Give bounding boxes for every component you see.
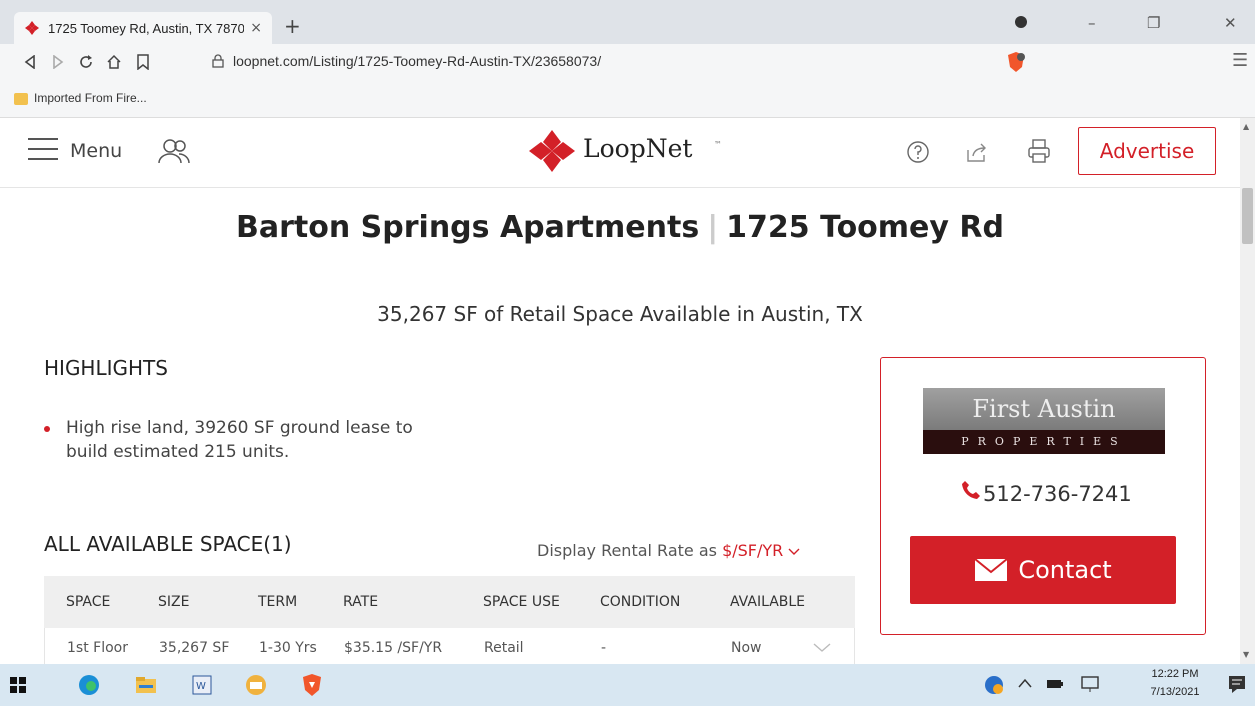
minimize-button[interactable]: –	[1088, 14, 1096, 32]
chevron-up-icon[interactable]	[1018, 677, 1032, 689]
scroll-down-arrow-icon[interactable]: ▼	[1243, 650, 1249, 659]
battery-icon[interactable]	[1046, 677, 1064, 691]
table-header: SPACE SIZE TERM RATE SPACE USE CONDITION…	[44, 576, 855, 628]
property-name: Barton Springs Apartments	[236, 210, 700, 245]
highlights-heading: HIGHLIGHTS	[44, 356, 168, 380]
property-address: 1725 Toomey Rd	[726, 210, 1004, 245]
browser-menu-icon[interactable]: ☰	[1232, 50, 1248, 71]
rate-unit-dropdown[interactable]: $/SF/YR	[722, 541, 783, 560]
broker-logo-tagline: PROPERTIES	[923, 430, 1165, 454]
envelope-icon	[974, 558, 1008, 581]
lock-icon	[212, 54, 224, 68]
notifications-icon[interactable]	[1228, 675, 1246, 693]
address-bar[interactable]: loopnet.com/Listing/1725-Toomey-Rd-Austi…	[233, 53, 601, 69]
column-header-condition: CONDITION	[600, 594, 681, 610]
column-header-space: SPACE	[66, 594, 111, 610]
loopnet-logo-text[interactable]: LoopNet	[583, 134, 692, 163]
taskbar-clock-date[interactable]: 7/13/2021	[1143, 686, 1207, 698]
help-tray-icon[interactable]	[982, 673, 1006, 697]
windows-start-icon[interactable]	[10, 677, 26, 693]
cell-term: 1-30 Yrs	[259, 640, 317, 656]
trademark-mark: ™	[714, 140, 722, 149]
rental-rate-toggle[interactable]: Display Rental Rate as $/SF/YR	[537, 541, 800, 560]
taskbar-clock-time[interactable]: 12:22 PM	[1143, 668, 1207, 680]
loopnet-logo-icon[interactable]	[527, 128, 577, 174]
column-header-space-use: SPACE USE	[483, 594, 560, 610]
column-header-term: TERM	[258, 594, 298, 610]
close-window-button[interactable]: ✕	[1224, 14, 1237, 32]
table-row[interactable]: 1st Floor 35,267 SF 1-30 Yrs $35.15 /SF/…	[44, 628, 855, 668]
cell-rate: $35.15 /SF/YR	[344, 640, 443, 656]
back-icon[interactable]	[24, 55, 36, 69]
word-icon[interactable]: W	[190, 673, 214, 697]
page-subtitle: 35,267 SF of Retail Space Available in A…	[377, 302, 863, 326]
cell-space-use: Retail	[484, 640, 524, 656]
title-separator: |	[707, 210, 719, 245]
rate-toggle-prefix: Display Rental Rate as	[537, 541, 717, 560]
column-header-available: AVAILABLE	[730, 594, 806, 610]
column-header-rate: RATE	[343, 594, 379, 610]
brave-shields-icon[interactable]	[1005, 51, 1027, 73]
forward-icon[interactable]	[52, 55, 64, 69]
hamburger-menu-icon[interactable]	[28, 138, 58, 160]
chevron-down-icon[interactable]	[788, 548, 800, 556]
network-icon[interactable]	[1080, 675, 1100, 693]
people-icon[interactable]	[157, 138, 191, 164]
advertise-button[interactable]: Advertise	[1078, 127, 1216, 175]
outlook-icon[interactable]	[244, 673, 268, 697]
site-header: Menu LoopNet ™ Advertise	[0, 118, 1240, 188]
menu-label[interactable]: Menu	[70, 140, 122, 162]
share-icon[interactable]	[965, 140, 989, 164]
contact-panel: First Austin PROPERTIES 512-736-7241 Con…	[880, 357, 1206, 635]
windows-taskbar: W 12:22 PM 7/13/2021	[0, 664, 1255, 706]
file-explorer-icon[interactable]	[134, 673, 158, 697]
print-icon[interactable]	[1027, 138, 1051, 164]
browser-tab[interactable]: 1725 Toomey Rd, Austin, TX 7870 ×	[14, 12, 272, 44]
svg-text:W: W	[196, 681, 206, 692]
bookmark-icon[interactable]	[136, 54, 150, 70]
reload-icon[interactable]	[78, 54, 94, 70]
tab-close-icon[interactable]: ×	[250, 20, 262, 36]
cell-available: Now	[731, 640, 762, 656]
available-space-heading: ALL AVAILABLE SPACE(1)	[44, 532, 292, 556]
cell-condition: -	[601, 640, 607, 656]
broker-phone-number[interactable]: 512-736-7241	[983, 482, 1132, 506]
cell-space: 1st Floor	[67, 640, 128, 656]
cell-size: 35,267 SF	[159, 640, 230, 656]
page-title: Barton Springs Apartments | 1725 Toomey Rd	[170, 208, 1070, 248]
column-header-size: SIZE	[158, 594, 190, 610]
home-icon[interactable]	[106, 54, 122, 70]
broker-logo[interactable]: First Austin PROPERTIES	[923, 388, 1165, 454]
brave-shield-status-icon[interactable]	[1014, 15, 1028, 29]
bookmarks-bar: Imported From Fire...	[0, 80, 1255, 118]
scroll-up-arrow-icon[interactable]: ▲	[1243, 122, 1249, 131]
help-icon[interactable]	[906, 140, 930, 164]
highlight-item: High rise land, 39260 SF ground lease to…	[66, 418, 413, 462]
contact-button[interactable]: Contact	[910, 536, 1176, 604]
new-tab-button[interactable]: +	[284, 14, 301, 38]
folder-icon	[14, 93, 28, 105]
tab-title: 1725 Toomey Rd, Austin, TX 7870	[48, 20, 245, 36]
edge-icon[interactable]	[77, 673, 101, 697]
page-scrollbar[interactable]: ▲ ▼	[1240, 118, 1255, 664]
row-expand-chevron-icon[interactable]	[813, 643, 831, 653]
bullet-icon	[44, 426, 50, 432]
loopnet-favicon-icon	[25, 21, 39, 35]
available-space-table: SPACE SIZE TERM RATE SPACE USE CONDITION…	[44, 576, 855, 668]
browser-tab-bar: 1725 Toomey Rd, Austin, TX 7870 × + – ❐ …	[0, 0, 1255, 44]
bookmark-folder-imported[interactable]: Imported From Fire...	[34, 91, 147, 105]
maximize-button[interactable]: ❐	[1147, 14, 1160, 32]
browser-toolbar: loopnet.com/Listing/1725-Toomey-Rd-Austi…	[0, 44, 1255, 80]
broker-logo-name: First Austin	[923, 388, 1165, 430]
brave-browser-icon[interactable]	[300, 673, 324, 697]
contact-button-label: Contact	[1018, 556, 1112, 584]
phone-icon	[962, 481, 980, 499]
scroll-thumb[interactable]	[1242, 188, 1253, 244]
